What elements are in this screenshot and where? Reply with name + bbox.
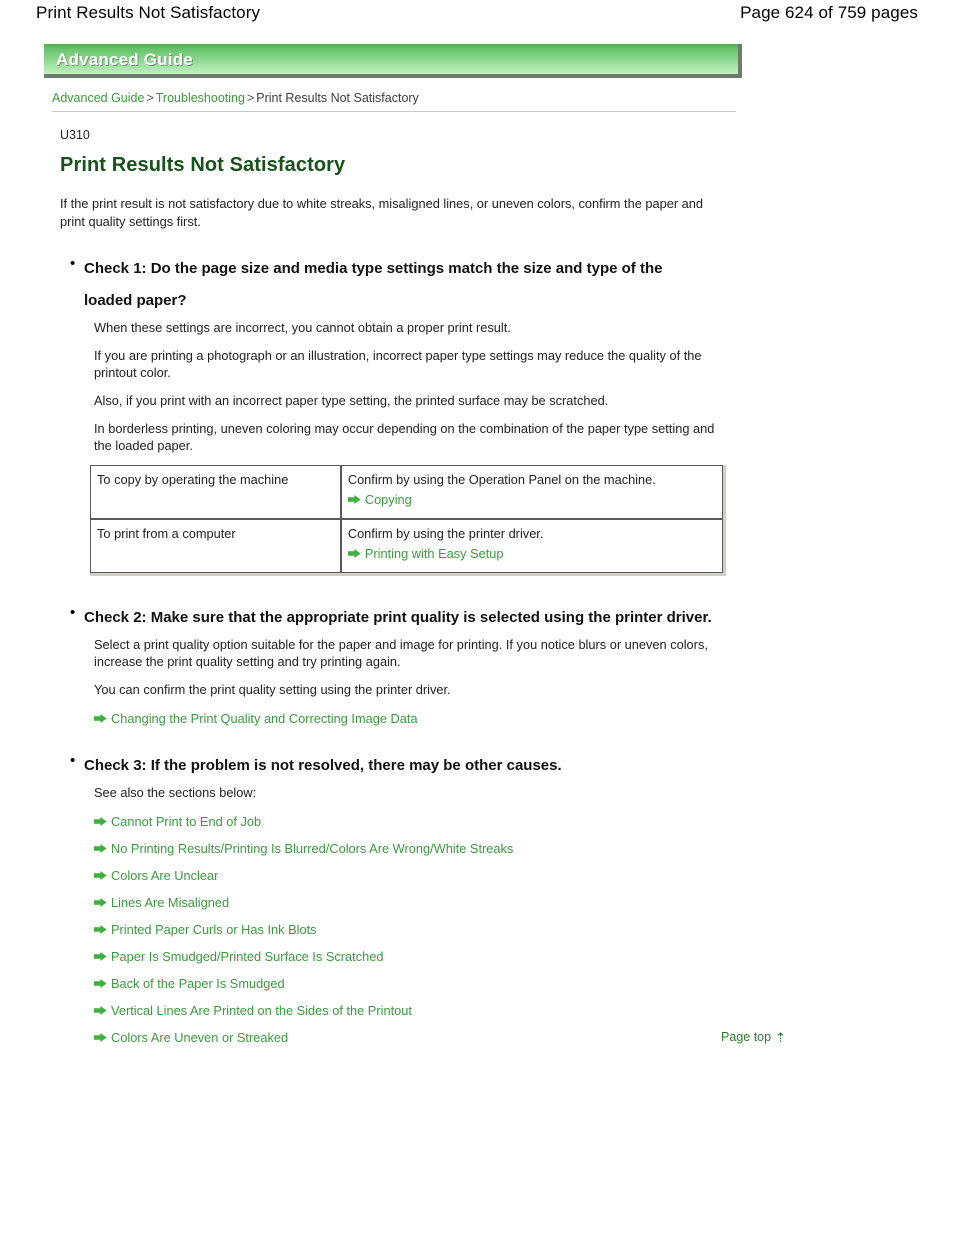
check-3-heading: Check 3: If the problem is not resolved,… (84, 757, 562, 774)
link-label: Copying (364, 492, 412, 507)
list-item[interactable]: Lines Are Misaligned (94, 893, 750, 912)
list-item[interactable]: Printed Paper Curls or Has Ink Blots (94, 920, 750, 939)
table-cell-action: Confirm by using the Operation Panel on … (340, 465, 723, 519)
page-top-label: Page top (721, 1030, 772, 1044)
check-1-header: • Check 1: Do the page size and media ty… (70, 253, 750, 317)
advanced-guide-banner: Advanced Guide (44, 44, 746, 82)
arrow-right-icon (94, 713, 107, 724)
arrow-right-icon (94, 816, 107, 827)
page-header-title: Print Results Not Satisfactory (36, 3, 261, 22)
breadcrumb-item-advanced-guide[interactable]: Advanced Guide (52, 91, 144, 105)
check-2-body: Select a print quality option suitable f… (94, 636, 750, 728)
page-title: Print Results Not Satisfactory (60, 154, 346, 176)
content-area: Advanced Guide Advanced Guide > Troublesho… (44, 44, 786, 1067)
check-2-paragraph: You can confirm the print quality settin… (94, 682, 451, 697)
page-top-footer: Page top ⇡ (44, 1030, 786, 1044)
check-3-body: See also the sections below: (94, 784, 750, 801)
bullet-icon: • (70, 604, 76, 621)
arrow-right-icon (94, 951, 107, 962)
document-code: U310 (60, 128, 90, 142)
table-cell-action: Confirm by using the printer driver. Pri… (340, 519, 723, 573)
arrow-right-icon (347, 548, 361, 559)
breadcrumb-separator: > (146, 91, 154, 105)
check-block-1: • Check 1: Do the page size and media ty… (60, 253, 750, 576)
check-1-paragraph: Also, if you print with an incorrect pap… (94, 393, 609, 408)
check-1-heading: Check 1: Do the page size and media type… (84, 260, 663, 309)
list-item[interactable]: Back of the Paper Is Smudged (94, 974, 750, 993)
arrow-right-icon (94, 870, 107, 881)
table-cell-method: To print from a computer (90, 519, 341, 573)
check-1-paragraph: In borderless printing, uneven coloring … (94, 421, 715, 453)
link-label: Paper Is Smudged/Printed Surface Is Scra… (111, 949, 384, 964)
breadcrumb: Advanced Guide > Troubleshooting > Print Res… (52, 90, 764, 106)
breadcrumb-item-current: Print Results Not Satisfactory (256, 91, 419, 105)
page-header-page-count: Page 624 of 759 pages (740, 3, 918, 22)
check-3-header: • Check 3: If the problem is not resolve… (70, 750, 750, 782)
page-top-link[interactable]: Page top ⇡ (721, 1030, 786, 1044)
bullet-icon: • (70, 752, 76, 769)
arrow-right-icon (94, 924, 107, 935)
link-label: Changing the Print Quality and Correctin… (111, 711, 418, 726)
arrow-right-icon (347, 494, 361, 505)
list-item[interactable]: Paper Is Smudged/Printed Surface Is Scra… (94, 947, 750, 966)
link-printing-with-easy-setup[interactable]: Printing with Easy Setup (347, 544, 718, 563)
table-row: To copy by operating the machine Confirm… (90, 465, 723, 519)
arrow-right-icon (94, 897, 107, 908)
breadcrumb-divider (52, 111, 736, 112)
breadcrumb-separator: > (246, 91, 255, 105)
intro-paragraph: If the print result is not satisfactory … (60, 196, 704, 229)
list-item[interactable]: Colors Are Unclear (94, 866, 750, 885)
check-1-body: When these settings are incorrect, you c… (94, 319, 750, 454)
bullet-icon: • (70, 255, 76, 272)
table-row: To print from a computer Confirm by usin… (90, 519, 723, 573)
table-cell-action-text: Confirm by using the printer driver. (347, 526, 544, 541)
link-label: Colors Are Unclear (111, 868, 219, 883)
breadcrumb-item-troubleshooting[interactable]: Troubleshooting (156, 91, 245, 105)
link-label: Vertical Lines Are Printed on the Sides … (111, 1003, 412, 1018)
arrow-right-icon (94, 1005, 107, 1016)
check-2-heading: Check 2: Make sure that the appropriate … (84, 609, 712, 626)
check-block-2: • Check 2: Make sure that the appropriat… (60, 602, 750, 728)
table-cell-method: To copy by operating the machine (90, 465, 341, 519)
methods-table: To copy by operating the machine Confirm… (90, 465, 726, 576)
list-item[interactable]: No Printing Results/Printing Is Blurred/… (94, 839, 750, 858)
document-body: U310 Print Results Not Satisfactory If t… (60, 128, 750, 1047)
arrow-right-icon (94, 843, 107, 854)
check-1-paragraph: When these settings are incorrect, you c… (94, 320, 511, 335)
check-3-paragraph: See also the sections below: (94, 785, 257, 800)
methods-table-wrapper: To copy by operating the machine Confirm… (90, 465, 730, 576)
list-item[interactable]: Vertical Lines Are Printed on the Sides … (94, 1001, 750, 1020)
banner-label: Advanced Guide (56, 50, 193, 69)
link-label: Back of the Paper Is Smudged (111, 976, 285, 991)
arrow-right-icon (94, 978, 107, 989)
related-links-list: Cannot Print to End of Job No Printing R… (94, 812, 750, 1047)
link-label: Cannot Print to End of Job (111, 814, 262, 829)
check-2-paragraph: Select a print quality option suitable f… (94, 637, 708, 669)
link-label: Printed Paper Curls or Has Ink Blots (111, 922, 317, 937)
check-1-paragraph: If you are printing a photograph or an i… (94, 348, 702, 380)
link-label: Printing with Easy Setup (364, 546, 504, 561)
arrow-up-icon: ⇡ (775, 1029, 786, 1045)
link-copying[interactable]: Copying (347, 490, 718, 509)
link-changing-print-quality[interactable]: Changing the Print Quality and Correctin… (94, 709, 750, 728)
page-header: Print Results Not Satisfactory Page 624 … (0, 0, 954, 26)
check-block-3: • Check 3: If the problem is not resolve… (60, 750, 750, 1047)
table-cell-action-text: Confirm by using the Operation Panel on … (347, 472, 656, 487)
link-label: Lines Are Misaligned (111, 895, 230, 910)
check-2-header: • Check 2: Make sure that the appropriat… (70, 602, 750, 634)
link-label: No Printing Results/Printing Is Blurred/… (111, 841, 514, 856)
list-item[interactable]: Cannot Print to End of Job (94, 812, 750, 831)
